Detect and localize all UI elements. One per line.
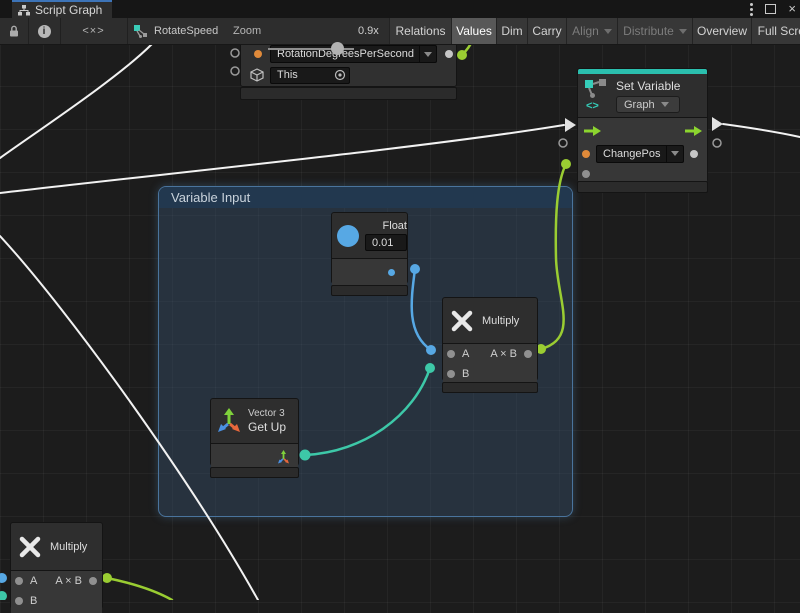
port-b-label: B (462, 368, 469, 380)
zoom-slider-handle[interactable] (331, 42, 344, 55)
svg-text:<>: <> (586, 100, 599, 110)
wire-green-multiply-bottom-out[interactable] (107, 578, 172, 600)
node-get-variable-footer (240, 87, 457, 100)
wire-teal-getup-to-multiply-b[interactable] (305, 368, 430, 455)
target-object-value: This (277, 69, 333, 81)
wire-white-into-setvariable[interactable] (0, 125, 564, 193)
node-set-variable-footer (577, 181, 708, 193)
output-port[interactable] (524, 350, 532, 358)
multiply-icon (17, 534, 43, 560)
vector3-output-port-icon[interactable] (277, 450, 290, 464)
node-set-variable[interactable]: <> Set Variable Graph ChangePos (577, 68, 708, 182)
float-value-input[interactable]: 0.01 (365, 234, 407, 251)
output-port[interactable] (690, 150, 698, 158)
maximize-icon[interactable] (765, 4, 776, 14)
tab-script-graph[interactable]: Script Graph (12, 0, 112, 18)
port-a-label: A (462, 348, 469, 360)
input-port-a[interactable] (15, 577, 23, 585)
graph-toolbar: i <×> RotateSpeed Zoom 0.9x Relations Va… (0, 18, 800, 45)
info-button[interactable]: i (28, 18, 61, 44)
input-port-b[interactable] (447, 370, 455, 378)
node-multiply-group[interactable]: Multiply A A × B B (442, 297, 538, 381)
graph-name: RotateSpeed (154, 25, 218, 37)
node-multiply-bottom[interactable]: Multiply A A × B B (10, 522, 103, 609)
port-out-label: A × B (490, 348, 517, 360)
node-get-up[interactable]: Vector 3 Get Up (210, 398, 299, 466)
node-title: Set Variable (616, 79, 680, 93)
input-port-a[interactable] (447, 350, 455, 358)
set-variable-name-value: ChangePos (603, 148, 661, 160)
target-object-field[interactable]: This (270, 67, 350, 84)
chevron-down-icon[interactable] (419, 46, 436, 62)
toolbar-button-align[interactable]: Align (566, 18, 617, 44)
info-icon: i (38, 25, 51, 38)
toolbar-button-relations[interactable]: Relations (389, 18, 451, 44)
code-icon: <×> (82, 25, 104, 37)
more-options-icon[interactable] (750, 8, 753, 11)
object-picker-icon[interactable] (333, 68, 347, 82)
float-type-icon (337, 225, 359, 247)
graph-asset-icon (134, 24, 148, 38)
variable-kind-value: Graph (624, 99, 655, 111)
float-value: 0.01 (372, 237, 393, 249)
input-port-b[interactable] (15, 597, 23, 605)
toolbar-button-overview[interactable]: Overview (692, 18, 751, 44)
node-subtitle: Vector 3 (248, 408, 286, 419)
vector3-icon (217, 408, 241, 434)
lock-button[interactable] (0, 18, 29, 44)
node-title: Get Up (248, 420, 286, 434)
toolbar-button-values[interactable]: Values (451, 18, 496, 44)
node-float[interactable]: Float 0.01 (331, 212, 408, 284)
node-title: Float (383, 220, 407, 232)
wire-green-multiply-to-setvariable[interactable] (541, 164, 566, 349)
chevron-down-icon (661, 102, 669, 107)
output-port[interactable] (445, 50, 453, 58)
toolbar-button-dim[interactable]: Dim (496, 18, 527, 44)
node-get-up-footer (210, 467, 299, 478)
graph-reference[interactable]: RotateSpeed (134, 18, 218, 44)
code-preview-button[interactable]: <×> (60, 18, 128, 44)
set-variable-name-dropdown[interactable]: ChangePos (596, 145, 684, 163)
value-input-port[interactable] (582, 170, 590, 178)
wire-blue-float-to-multiply-a[interactable] (412, 269, 431, 350)
script-graph-icon (18, 5, 30, 16)
multiply-icon (449, 308, 475, 334)
flow-input-arrow-icon[interactable] (582, 125, 602, 137)
output-port[interactable] (89, 577, 97, 585)
chevron-down-icon (679, 29, 687, 34)
set-variable-graph-icon: <> (584, 78, 610, 110)
node-float-footer (331, 285, 408, 296)
flow-output-arrow-icon[interactable] (683, 125, 703, 137)
gameobject-cube-icon (250, 68, 264, 82)
node-title: Multiply (50, 541, 87, 553)
wire-white-topleft[interactable] (0, 44, 152, 158)
close-icon[interactable]: × (788, 4, 796, 14)
tab-bar: Script Graph × (0, 0, 800, 18)
float-output-port[interactable] (388, 269, 395, 276)
toolbar-button-carry[interactable]: Carry (527, 18, 566, 44)
zoom-value: 0.9x (358, 25, 379, 37)
chevron-down-icon (604, 29, 612, 34)
port-a-label: A (30, 575, 37, 587)
variable-kind-dropdown[interactable]: Graph (616, 96, 680, 113)
zoom-label: Zoom (233, 25, 261, 37)
node-multiply-group-footer (442, 382, 538, 393)
tab-title: Script Graph (35, 3, 102, 17)
port-out-label: A × B (55, 575, 82, 587)
wire-white-out-setvariable[interactable] (723, 124, 800, 137)
chevron-down-icon[interactable] (666, 146, 683, 162)
unity-script-graph-window: { "tab": { "title": "Script Graph" }, "t… (0, 0, 800, 600)
value-port-orange[interactable] (254, 50, 262, 58)
toolbar-button-distribute[interactable]: Distribute (617, 18, 692, 44)
variable-port-orange[interactable] (582, 150, 590, 158)
port-b-label: B (30, 595, 37, 607)
lock-icon (7, 24, 21, 38)
toolbar-button-full-screen[interactable]: Full Screen (751, 18, 800, 44)
node-title: Multiply (482, 315, 519, 327)
